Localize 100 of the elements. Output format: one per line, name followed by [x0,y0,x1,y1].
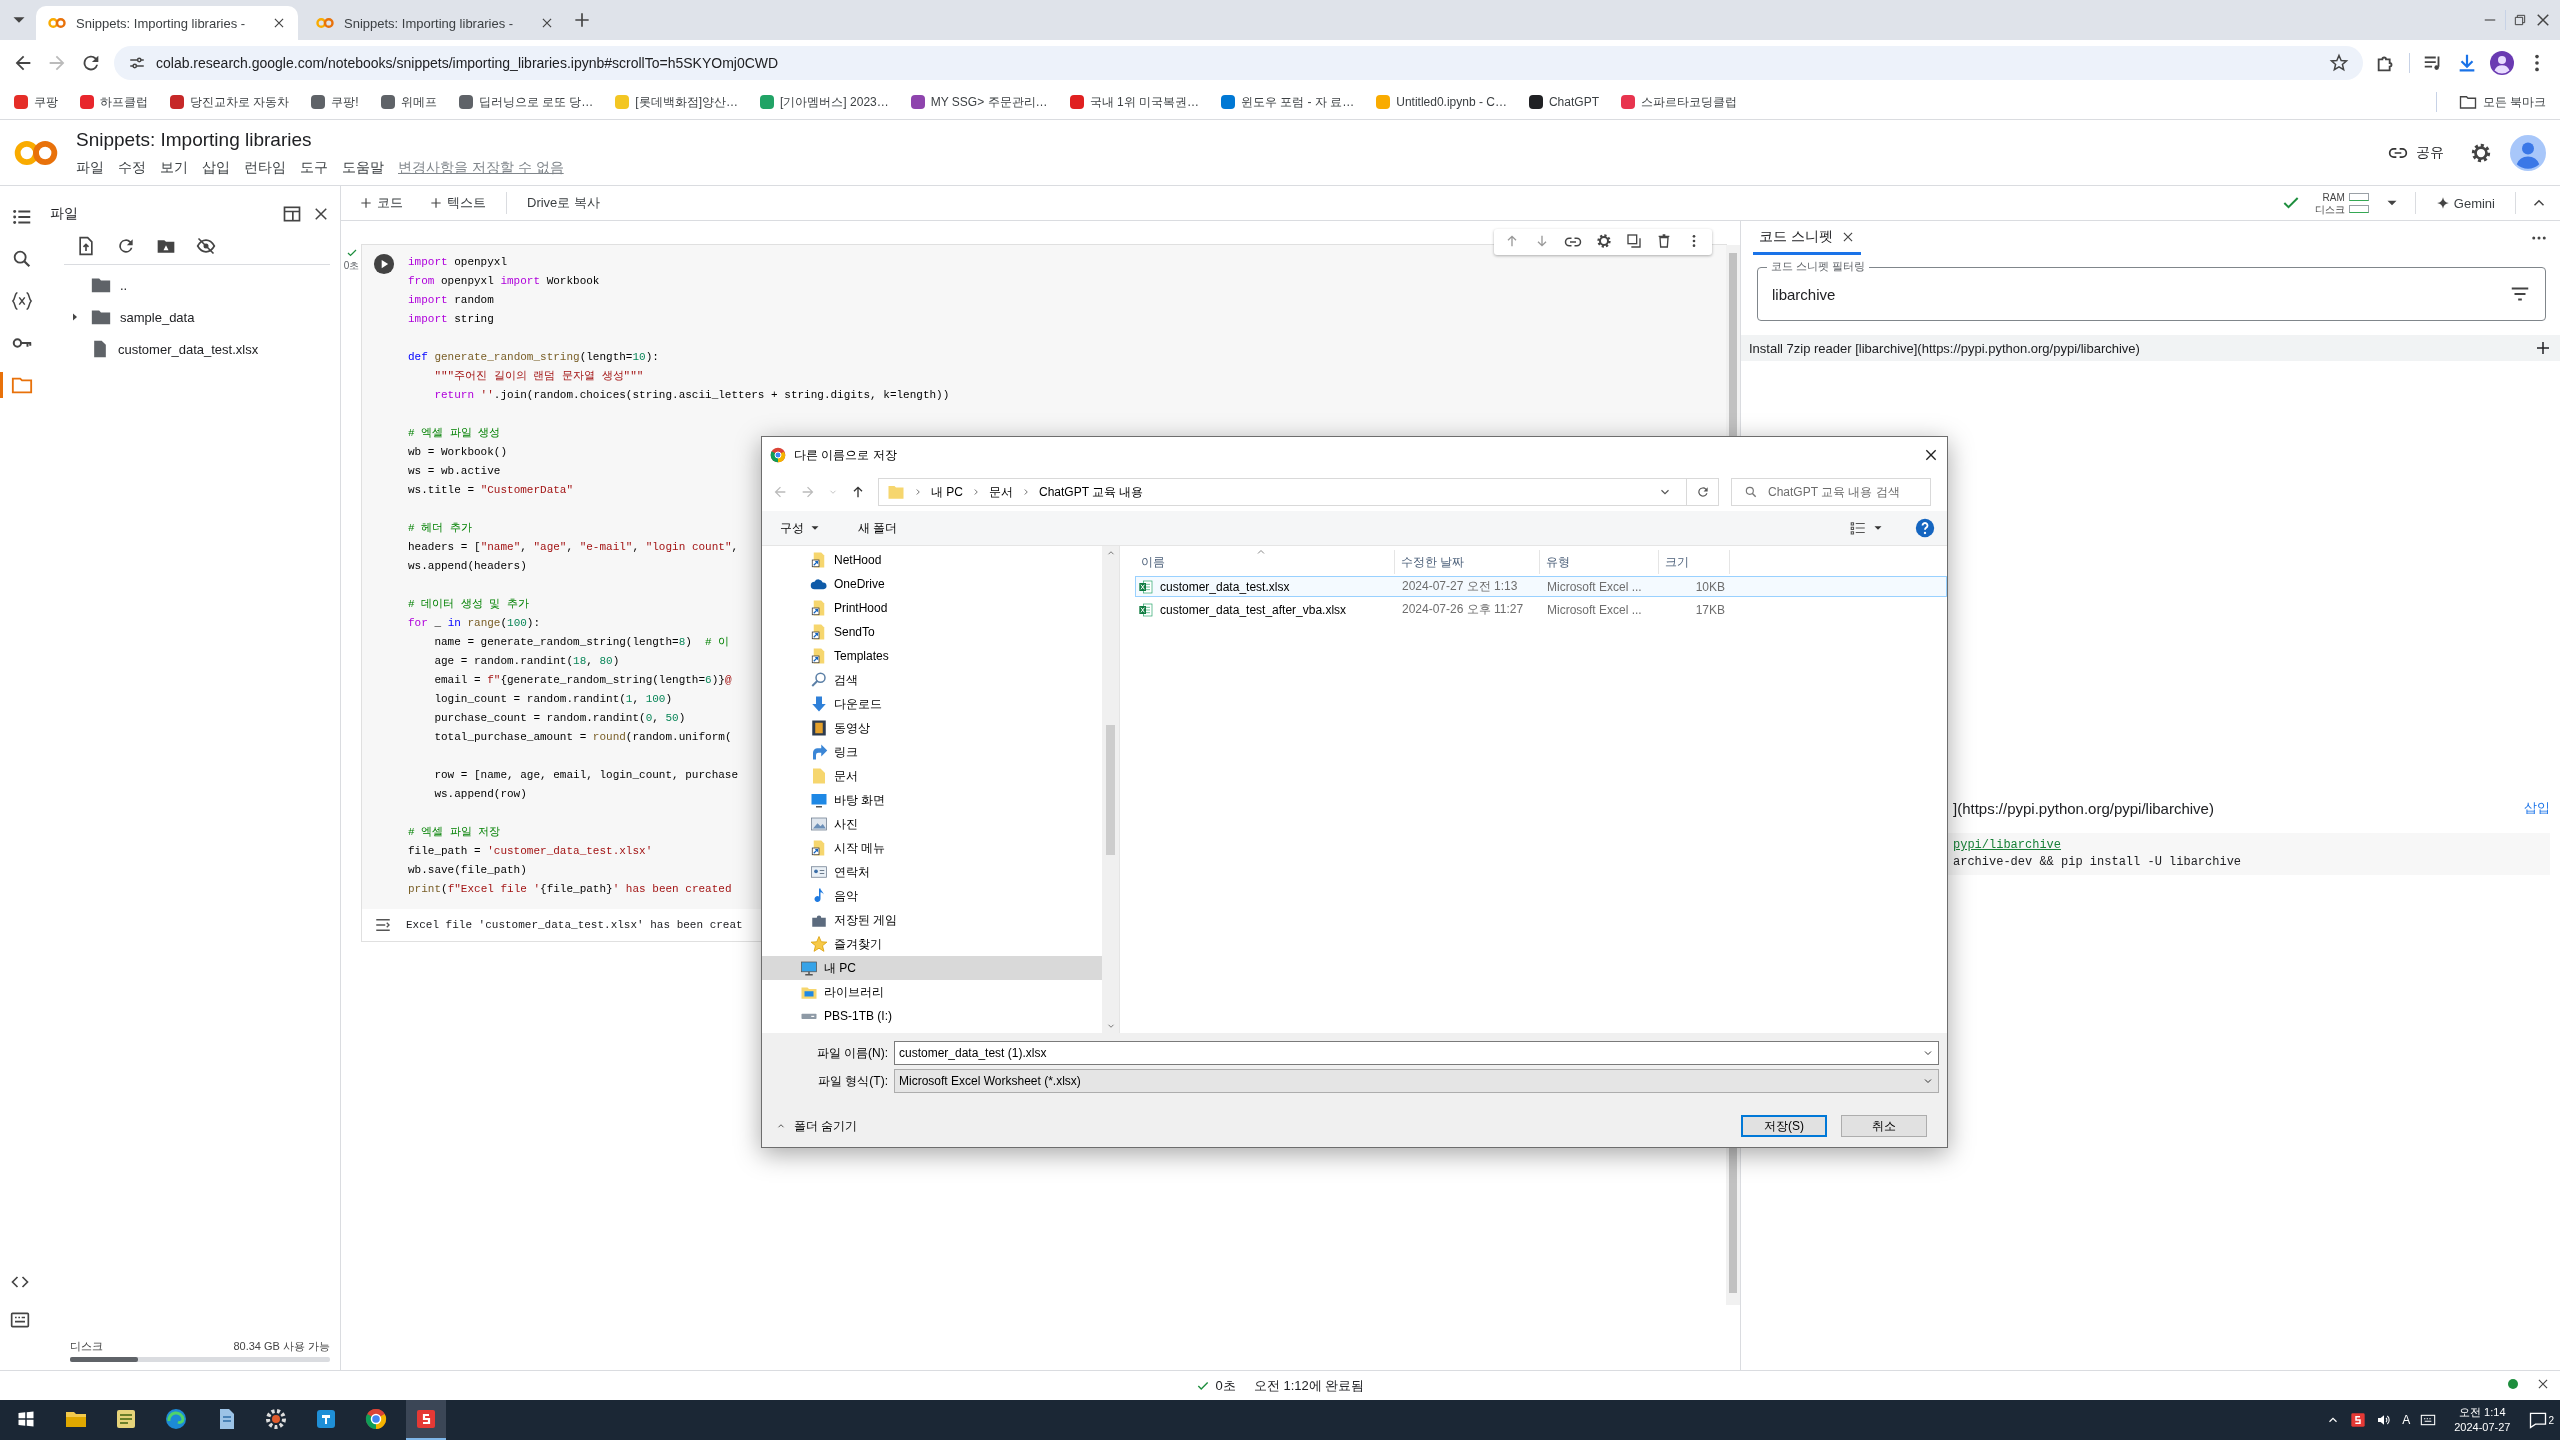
output-icon[interactable] [374,916,392,934]
refresh-icon[interactable] [1695,485,1710,499]
restore-button[interactable] [2512,12,2528,28]
path-segment[interactable]: 내 PC [931,483,963,501]
navigation-item[interactable]: 다운로드 [762,692,1102,716]
keyboard-icon[interactable] [2420,1412,2437,1428]
refresh-icon[interactable] [116,236,136,256]
close-button[interactable] [2534,11,2552,29]
hide-folders-button[interactable]: 폴더 숨기기 [770,1117,858,1135]
menu-item[interactable]: 파일 [76,158,104,177]
terminal-icon[interactable] [10,1310,30,1330]
bookmark[interactable]: ChatGPT [1528,95,1599,109]
file-row[interactable]: customer_data_test.xlsx 2024-07-27 오전 1:13 Microsoft Excel ... 10KB [1135,576,1947,597]
bookmark[interactable]: 딥러닝으로 로또 당… [458,93,594,111]
mirror-cell-icon[interactable] [1626,233,1642,249]
settings-icon[interactable] [1596,233,1612,249]
browser-tab[interactable]: Snippets: Importing libraries - [304,6,566,40]
navigation-item[interactable]: 연락처 [762,860,1102,884]
path-segment[interactable]: 문서 [989,483,1013,501]
column-header[interactable]: 수정한 날짜 [1395,550,1540,574]
filetype-dropdown[interactable]: Microsoft Excel Worksheet (*.xlsx) [894,1069,1939,1093]
navigation-item[interactable]: 문서 [762,764,1102,788]
navigation-item[interactable]: 바탕 화면 [762,788,1102,812]
menu-item[interactable]: 보기 [160,158,188,177]
taskbar-app[interactable] [406,1400,446,1440]
menu-item[interactable]: 런타임 [244,158,286,177]
navigation-item[interactable]: 링크 [762,740,1102,764]
close-icon[interactable] [540,16,554,30]
notebook-title[interactable]: Snippets: Importing libraries [76,128,564,151]
navigation-item[interactable]: NetHood [762,548,1102,572]
close-button[interactable] [1923,447,1939,463]
app-tile-icon[interactable] [2350,1412,2367,1428]
bookmark[interactable]: 당진교차로 자동차 [170,93,290,111]
navigation-item[interactable]: 저장된 게임 [762,908,1102,932]
cancel-button[interactable]: 취소 [1841,1115,1927,1137]
bookmark[interactable]: 쿠팡 [14,93,58,111]
navigation-item[interactable]: 사진 [762,812,1102,836]
bookmark[interactable]: 하프클럽 [80,93,148,111]
avatar-icon[interactable] [2490,50,2514,75]
bookmark[interactable]: MY SSG> 주문관리… [910,93,1048,111]
new-tab-button[interactable] [572,10,592,30]
snippet-result[interactable]: Install 7zip reader [libarchive](https://pypi.python.org/pypi/libarchive) [1741,335,2560,361]
scrollbar[interactable] [1102,546,1119,1033]
bookmark[interactable]: Untitled0.ipynb - C… [1376,95,1507,109]
navigation-item[interactable]: PrintHood [762,596,1102,620]
navigation-item[interactable]: 시작 메뉴 [762,836,1102,860]
help-icon[interactable] [1915,518,1935,538]
navigation-item[interactable]: OneDrive [762,572,1102,596]
avatar-icon[interactable] [2510,134,2546,171]
filename-field[interactable]: customer_data_test (1).xlsx [894,1041,1939,1065]
bookmark[interactable]: [기아멤버스] 2023… [760,93,889,111]
variables-icon[interactable] [10,290,33,312]
file-tree-item[interactable]: customer_data_test.xlsx [50,333,330,365]
run-button[interactable] [373,253,395,275]
bookmark[interactable]: 스파르타코딩클럽 [1620,93,1737,111]
bookmark-star-icon[interactable] [2329,52,2349,73]
close-icon[interactable] [312,205,330,223]
share-button[interactable]: 공유 [2380,138,2452,167]
menu-item[interactable]: 삽입 [202,158,230,177]
bookmark[interactable]: 국내 1위 미국복권… [1069,93,1199,111]
navigation-item[interactable]: 즐겨찾기 [762,932,1102,956]
delete-icon[interactable] [1656,233,1672,249]
browser-tab[interactable]: Snippets: Importing libraries - [36,6,298,40]
search-field[interactable]: ChatGPT 교육 내용 검색 [1731,478,1931,506]
file-tree-item[interactable]: .. [50,269,330,301]
navigation-item[interactable]: 라이브러리 [762,980,1102,1004]
path-bar[interactable]: 내 PC 문서 ChatGPT 교육 내용 [878,478,1719,506]
navigation-item[interactable]: 동영상 [762,716,1102,740]
copy-to-drive-button[interactable]: Drive로 복사 [521,190,606,216]
input-mode-indicator[interactable]: A [2402,1413,2411,1427]
panel-tab[interactable]: 코드 스니펫 [1753,221,1861,255]
path-segment[interactable]: ChatGPT 교육 내용 [1039,483,1144,501]
navigation-item[interactable]: PBS-1TB (I:) [762,1004,1102,1028]
scrollbar-thumb[interactable] [1106,724,1115,855]
organize-button[interactable]: 구성 [774,515,828,541]
column-header[interactable]: 크기 [1659,550,1730,574]
menu-item[interactable]: 도구 [300,158,328,177]
gemini-button[interactable]: Gemini [2429,191,2501,215]
resource-monitor[interactable]: RAM 디스크 [2314,191,2369,215]
upload-file-icon[interactable] [76,236,96,256]
new-folder-button[interactable]: 새 폴더 [852,515,904,541]
column-header[interactable]: 이름 [1135,550,1395,574]
navigation-item[interactable]: SendTo [762,620,1102,644]
close-icon[interactable] [272,16,286,30]
menu-item[interactable]: 도움말 [342,158,384,177]
bookmark[interactable]: 윈도우 포럼 - 자 료… [1220,93,1355,111]
new-window-icon[interactable] [282,204,302,224]
notification-button[interactable]: 2 [2528,1410,2554,1430]
column-header[interactable]: 유형 [1540,550,1659,574]
navigation-item[interactable]: Templates [762,644,1102,668]
navigation-item[interactable]: 음악 [762,884,1102,908]
navigation-item[interactable]: 검색 [762,668,1102,692]
save-button[interactable]: 저장(S) [1741,1115,1827,1137]
add-code-button[interactable]: 코드 [353,190,409,216]
clock[interactable]: 오전 1:14 2024-07-27 [2446,1405,2519,1435]
insert-link[interactable]: 삽입 [2524,799,2550,817]
hidden-files-icon[interactable] [196,236,216,256]
file-tree-item[interactable]: sample_data [50,301,330,333]
file-row[interactable]: customer_data_test_after_vba.xlsx 2024-07-26 오후 11:27 Microsoft Excel ... 17KB [1135,599,1947,620]
settings-icon[interactable] [2470,141,2492,164]
